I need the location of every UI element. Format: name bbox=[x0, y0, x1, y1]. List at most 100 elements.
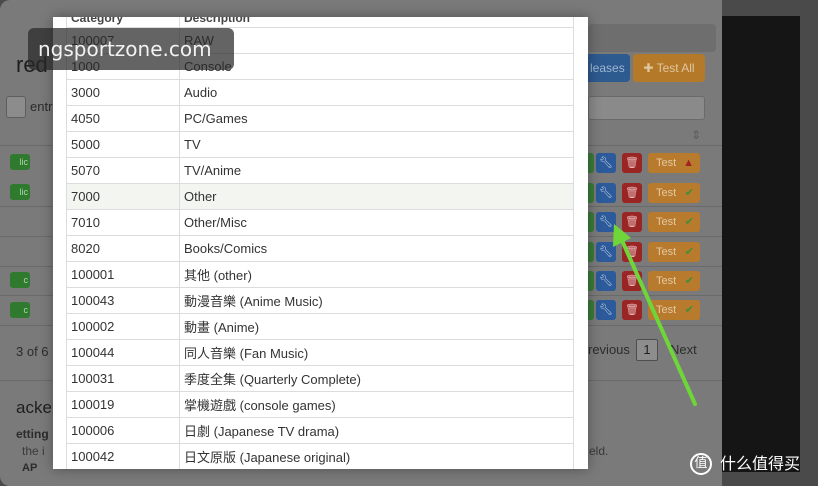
table-row: 100006 日劇 (Japanese TV drama) bbox=[66, 416, 574, 444]
delete-button[interactable]: 🗑︎ bbox=[622, 212, 642, 232]
test-all-button[interactable]: ✚ Test All bbox=[633, 54, 705, 82]
sort-icon[interactable]: ⇕ bbox=[691, 128, 701, 142]
dark-side-strip bbox=[722, 16, 800, 472]
entries-label: entr bbox=[30, 99, 53, 114]
table-row: 7010 Other/Misc bbox=[66, 208, 574, 236]
pager-next[interactable]: Next bbox=[670, 342, 697, 357]
category-id-cell: 5070 bbox=[66, 156, 180, 184]
wrench-icon: 🔧︎ bbox=[599, 187, 613, 199]
category-description-cell: RAW bbox=[179, 26, 574, 54]
edit-wrench-button[interactable]: 🔧︎ bbox=[596, 271, 616, 291]
category-description-cell: Audio bbox=[179, 78, 574, 106]
status-button[interactable] bbox=[588, 183, 594, 203]
section-heading: acke bbox=[16, 398, 52, 417]
edit-wrench-button[interactable]: 🔧︎ bbox=[596, 242, 616, 262]
brand-text: 什么值得买 bbox=[720, 454, 801, 473]
test-label: Test bbox=[656, 304, 677, 316]
edit-wrench-button[interactable]: 🔧︎ bbox=[596, 212, 616, 232]
category-description-cell: TV bbox=[179, 130, 574, 158]
delete-button[interactable]: 🗑︎ bbox=[622, 153, 642, 173]
category-id-cell: 3000 bbox=[66, 78, 180, 106]
table-row: 7000 Other bbox=[66, 182, 574, 210]
wrench-icon: 🔧︎ bbox=[599, 216, 613, 228]
test-label: Test bbox=[656, 275, 677, 287]
category-id-cell: 7010 bbox=[66, 208, 180, 236]
column-header-category: Category bbox=[66, 17, 180, 28]
test-button[interactable]: Test ✔ bbox=[648, 212, 700, 232]
table-row: 100042 日文原版 (Japanese original) bbox=[66, 442, 574, 469]
check-icon: ✔ bbox=[684, 187, 694, 199]
wrench-icon: 🔧︎ bbox=[599, 275, 613, 287]
enabled-badge: c bbox=[10, 272, 30, 288]
help-text-end: eld. bbox=[589, 444, 609, 458]
category-id-cell: 100031 bbox=[66, 364, 180, 392]
watermark: ngsportzone.com bbox=[28, 28, 234, 70]
brand-icon: 值 bbox=[690, 453, 712, 475]
delete-button[interactable]: 🗑︎ bbox=[622, 183, 642, 203]
check-icon: ✔ bbox=[684, 275, 694, 287]
delete-button[interactable]: 🗑︎ bbox=[622, 271, 642, 291]
edit-wrench-button[interactable]: 🔧︎ bbox=[596, 153, 616, 173]
trash-icon: 🗑︎ bbox=[625, 157, 639, 169]
category-id-cell: 100002 bbox=[66, 312, 180, 340]
search-input[interactable] bbox=[588, 96, 705, 120]
test-label: Test bbox=[656, 157, 677, 169]
category-description-cell: 同人音樂 (Fan Music) bbox=[179, 338, 574, 366]
status-button[interactable] bbox=[588, 271, 594, 291]
delete-button[interactable]: 🗑︎ bbox=[622, 242, 642, 262]
releases-button[interactable]: leases bbox=[588, 54, 630, 82]
table-row: 5000 TV bbox=[66, 130, 574, 158]
status-button[interactable] bbox=[588, 242, 594, 262]
status-button[interactable] bbox=[588, 212, 594, 232]
help-text: the i bbox=[22, 444, 45, 458]
table-row: 100001 其他 (other) bbox=[66, 260, 574, 288]
category-description-cell: TV/Anime bbox=[179, 156, 574, 184]
category-id-cell: 100044 bbox=[66, 338, 180, 366]
delete-button[interactable]: 🗑︎ bbox=[622, 300, 642, 320]
top-toolbar bbox=[588, 24, 716, 52]
category-description-cell: 其他 (other) bbox=[179, 260, 574, 288]
api-label: AP bbox=[22, 462, 38, 474]
status-button[interactable] bbox=[588, 300, 594, 320]
table-row: 3000 Audio bbox=[66, 78, 574, 106]
wrench-icon: 🔧︎ bbox=[599, 304, 613, 316]
enabled-badge: c bbox=[10, 302, 30, 318]
table-row: 4050 PC/Games bbox=[66, 104, 574, 132]
trash-icon: 🗑︎ bbox=[625, 275, 639, 287]
edit-wrench-button[interactable]: 🔧︎ bbox=[596, 300, 616, 320]
category-description-cell: PC/Games bbox=[179, 104, 574, 132]
test-button[interactable]: Test ✔ bbox=[648, 300, 700, 320]
test-all-label: Test All bbox=[656, 61, 695, 75]
category-id-cell: 8020 bbox=[66, 234, 180, 262]
test-button[interactable]: Test ✔ bbox=[648, 183, 700, 203]
test-button[interactable]: Test ▲ bbox=[648, 153, 700, 173]
warning-icon: ▲ bbox=[683, 157, 694, 169]
check-icon: ✔ bbox=[684, 304, 694, 316]
status-button[interactable] bbox=[588, 153, 594, 173]
table-row: 5070 TV/Anime bbox=[66, 156, 574, 184]
category-description-cell: 季度全集 (Quarterly Complete) bbox=[179, 364, 574, 392]
trash-icon: 🗑︎ bbox=[625, 187, 639, 199]
category-id-cell: 7000 bbox=[66, 182, 180, 210]
category-id-cell: 100043 bbox=[66, 286, 180, 314]
check-icon: ✔ bbox=[684, 246, 694, 258]
pager-previous[interactable]: revious bbox=[588, 342, 630, 357]
test-button[interactable]: Test ✔ bbox=[648, 271, 700, 291]
wrench-icon: 🔧︎ bbox=[599, 157, 613, 169]
test-button[interactable]: Test ✔ bbox=[648, 242, 700, 262]
edit-wrench-button[interactable]: 🔧︎ bbox=[596, 183, 616, 203]
pager-page-1[interactable]: 1 bbox=[636, 339, 658, 361]
category-table: Category Description 100007RAW1000Consol… bbox=[66, 17, 574, 469]
table-row: 100031 季度全集 (Quarterly Complete) bbox=[66, 364, 574, 392]
category-description-cell: 日劇 (Japanese TV drama) bbox=[179, 416, 574, 444]
category-id-cell: 4050 bbox=[66, 104, 180, 132]
category-description-cell: 動漫音樂 (Anime Music) bbox=[179, 286, 574, 314]
plus-icon: ✚ bbox=[643, 61, 657, 75]
category-description-cell: 日文原版 (Japanese original) bbox=[179, 442, 574, 469]
category-description-cell: Books/Comics bbox=[179, 234, 574, 262]
entries-select[interactable] bbox=[6, 96, 26, 118]
category-description-cell: 動畫 (Anime) bbox=[179, 312, 574, 340]
table-header-row: Category Description bbox=[66, 17, 574, 28]
check-icon: ✔ bbox=[684, 216, 694, 228]
category-id-cell: 100006 bbox=[66, 416, 180, 444]
